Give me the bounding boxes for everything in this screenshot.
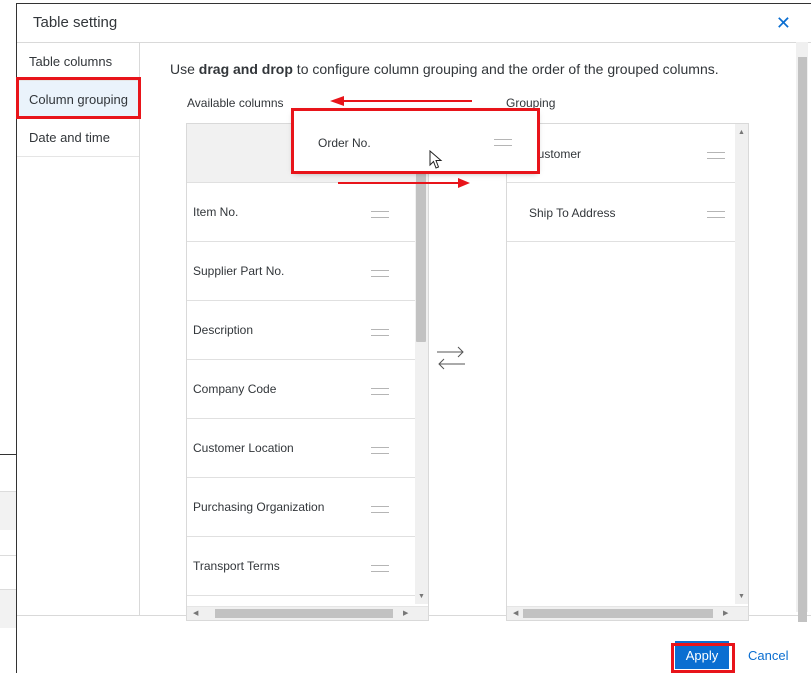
nav-item-date-and-time[interactable]: Date and time [17, 119, 139, 157]
list-item-label: Purchasing Organization [193, 500, 325, 514]
drag-handle-icon[interactable] [707, 152, 725, 159]
dialog-footer: Apply Cancel [17, 615, 811, 675]
available-columns-list: Item No. Supplier Part No. Description C… [186, 123, 429, 621]
list-item-label: Transport Terms [193, 559, 280, 573]
grouping-list: Customer Ship To Address ▲ ▼ ◀ ▶ [506, 123, 749, 621]
drag-handle-icon[interactable] [371, 329, 389, 336]
apply-button[interactable]: Apply [675, 641, 729, 669]
dialog-title: Table setting [33, 14, 118, 31]
drag-handle-icon[interactable] [371, 388, 389, 395]
dragging-list-item[interactable]: Order No. [291, 108, 540, 174]
scroll-down-arrow-icon[interactable]: ▼ [418, 592, 425, 602]
drag-handle-icon[interactable] [371, 506, 389, 513]
list-item[interactable]: Customer Location [187, 419, 415, 478]
instruction-text: Use drag and drop to configure column gr… [170, 61, 719, 77]
list-item[interactable]: Item No. [187, 183, 415, 242]
list-item[interactable]: Supplier Part No. [187, 242, 415, 301]
list-item-label: Company Code [193, 382, 277, 396]
annotation-arrow-right [338, 182, 462, 184]
list-item[interactable]: Transport Terms [187, 537, 415, 596]
available-horizontal-scrollbar[interactable]: ◀ ▶ [187, 606, 428, 620]
grouping-label: Grouping [506, 96, 556, 110]
list-item-label: Item No. [193, 205, 239, 219]
drag-handle-icon[interactable] [371, 565, 389, 572]
scroll-down-arrow-icon[interactable]: ▼ [738, 592, 745, 602]
dialog-vertical-scroll-thumb[interactable] [798, 57, 807, 622]
dialog-header: Table setting ✕ [17, 4, 811, 43]
nav-item-table-columns[interactable]: Table columns [17, 43, 139, 81]
scroll-left-arrow-icon[interactable]: ◀ [193, 609, 198, 619]
mouse-cursor-icon [429, 150, 443, 169]
drag-handle-icon[interactable] [494, 139, 512, 146]
scroll-left-arrow-icon[interactable]: ◀ [513, 609, 518, 619]
annotation-arrowhead-left-icon [330, 96, 344, 106]
swap-arrows-icon[interactable] [434, 340, 468, 374]
drag-handle-icon[interactable] [707, 211, 725, 218]
list-item[interactable]: Company Code [187, 360, 415, 419]
list-item-label: Supplier Part No. [193, 264, 285, 278]
annotation-arrow-left [340, 100, 472, 102]
grouping-horizontal-scrollbar[interactable]: ◀ ▶ [507, 606, 748, 620]
drag-handle-icon[interactable] [371, 447, 389, 454]
list-item[interactable]: Purchasing Organization [187, 478, 415, 537]
grouping-horizontal-scroll-thumb[interactable] [523, 609, 713, 618]
scroll-right-arrow-icon[interactable]: ▶ [723, 609, 728, 619]
scroll-up-arrow-icon[interactable]: ▲ [738, 128, 745, 138]
list-item[interactable]: Ship To Address [507, 183, 735, 242]
close-icon[interactable]: ✕ [776, 13, 791, 34]
list-item-label: Description [193, 323, 254, 337]
available-vertical-scroll-thumb[interactable] [416, 172, 426, 342]
settings-nav: Table columns Column grouping Date and t… [17, 43, 140, 617]
available-horizontal-scroll-thumb[interactable] [215, 609, 393, 618]
list-item-label: Ship To Address [529, 206, 616, 220]
drag-handle-icon[interactable] [371, 270, 389, 277]
scroll-right-arrow-icon[interactable]: ▶ [403, 609, 408, 619]
list-item[interactable]: Description [187, 301, 415, 360]
nav-item-column-grouping[interactable]: Column grouping [17, 81, 139, 119]
grouping-vertical-scrollbar[interactable] [735, 124, 748, 604]
annotation-arrowhead-right-icon [458, 178, 470, 188]
drag-handle-icon[interactable] [371, 211, 389, 218]
cancel-button[interactable]: Cancel [742, 641, 794, 669]
instruction-emphasis: drag and drop [198, 61, 293, 77]
dragging-item-label: Order No. [318, 136, 371, 150]
list-item[interactable]: Customer [507, 124, 735, 183]
available-columns-label: Available columns [187, 96, 284, 110]
list-item-label: Customer Location [193, 441, 294, 455]
